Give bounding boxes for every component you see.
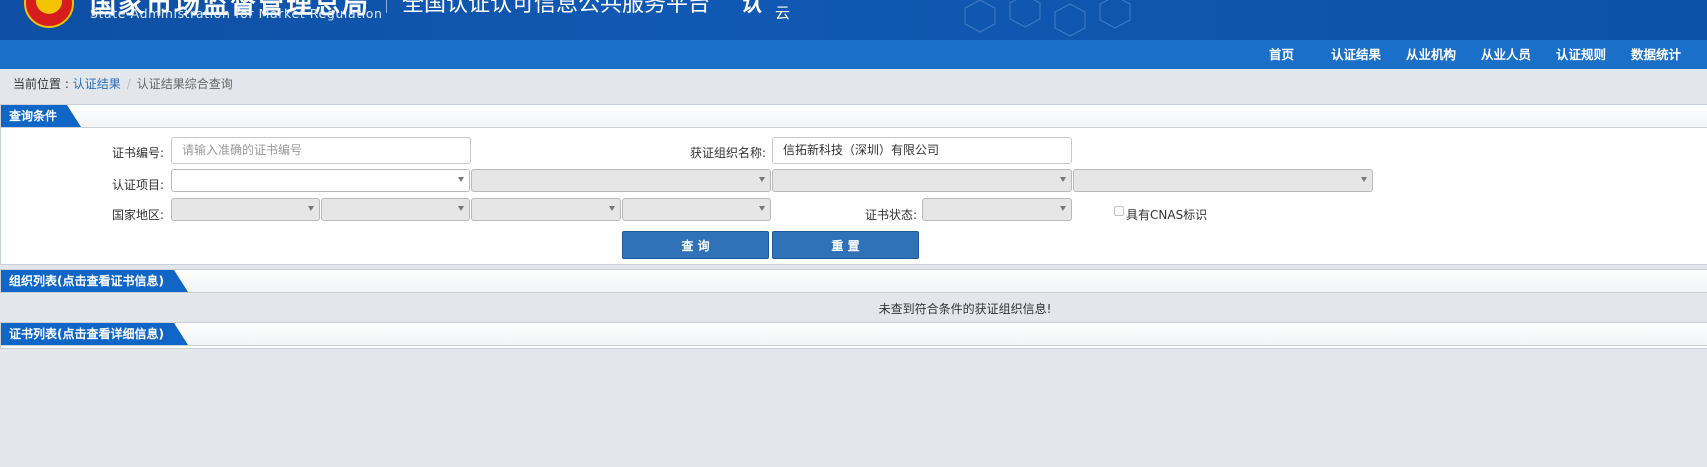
search-button[interactable]: 查 询 <box>622 231 769 259</box>
cert-list-panel: 证书列表(点击查看详细信息) <box>0 322 1707 349</box>
cert-item-label: 认证项目: <box>112 178 165 192</box>
cert-no-input[interactable]: 请输入准确的证书编号 <box>171 137 471 164</box>
org-list-empty-message: 未查到符合条件的获证组织信息! <box>878 302 1052 316</box>
org-list-header: 组织列表(点击查看证书信息) <box>1 270 1707 293</box>
breadcrumb-separator: / <box>126 77 131 91</box>
nav-item-practitioners[interactable]: 从业人员 <box>1481 40 1531 69</box>
chevron-down-icon <box>458 177 464 182</box>
cnas-checkbox-label: 具有CNAS标识 <box>1126 208 1208 222</box>
org-list-panel: 组织列表(点击查看证书信息) <box>0 269 1707 293</box>
nav-item-cert-rules[interactable]: 认证规则 <box>1556 40 1606 69</box>
chevron-down-icon <box>1361 177 1367 182</box>
renzheng-cloud-logo: 认 <box>740 0 763 17</box>
region-select-2[interactable] <box>321 198 470 221</box>
query-panel-title: 查询条件 <box>1 105 82 127</box>
region-select-3[interactable] <box>471 198 621 221</box>
cert-item-select-4[interactable] <box>1073 169 1373 192</box>
cert-list-header: 证书列表(点击查看详细信息) <box>1 323 1707 346</box>
region-select-1[interactable] <box>171 198 320 221</box>
cert-item-select-1[interactable] <box>171 169 470 192</box>
org-list-title: 组织列表(点击查看证书信息) <box>1 270 188 292</box>
query-panel-header: 查询条件 <box>1 105 1707 128</box>
cert-item-select-2[interactable] <box>471 169 771 192</box>
breadcrumb: 当前位置 : 认证结果 / 认证结果综合查询 <box>13 75 233 92</box>
breadcrumb-link-cert-results[interactable]: 认证结果 <box>73 77 121 91</box>
nav-item-home[interactable]: 首页 <box>1269 40 1294 69</box>
breadcrumb-current: 认证结果综合查询 <box>136 77 233 91</box>
cert-list-title: 证书列表(点击查看详细信息) <box>1 323 188 345</box>
region-label: 国家地区: <box>112 208 165 222</box>
org-name-label: 获证组织名称: <box>690 146 767 160</box>
platform-title: 全国认证认可信息公共服务平台 <box>402 0 711 17</box>
cert-item-select-3[interactable] <box>772 169 1072 192</box>
national-emblem-logo <box>24 0 74 28</box>
chevron-down-icon <box>1060 206 1066 211</box>
org-name-en: State Administration for Market Regulati… <box>90 6 383 21</box>
chevron-down-icon <box>759 206 765 211</box>
breadcrumb-prefix: 当前位置 : <box>13 77 73 91</box>
cert-status-label: 证书状态: <box>865 208 918 222</box>
cert-status-select[interactable] <box>922 198 1072 221</box>
main-nav: 首页 认证结果 从业机构 从业人员 认证规则 数据统计 <box>0 40 1707 69</box>
site-header: 国家市场监督管理总局 State Administration for Mark… <box>0 0 1707 40</box>
org-name-input[interactable]: 信拓新科技（深圳）有限公司 <box>772 137 1072 164</box>
chevron-down-icon <box>1060 177 1066 182</box>
nav-item-statistics[interactable]: 数据统计 <box>1631 40 1681 69</box>
chevron-down-icon <box>308 206 314 211</box>
chevron-down-icon <box>609 206 615 211</box>
nav-item-cert-results[interactable]: 认证结果 <box>1331 40 1381 69</box>
reset-button[interactable]: 重 置 <box>772 231 919 259</box>
nav-item-institutions[interactable]: 从业机构 <box>1406 40 1456 69</box>
chevron-down-icon <box>458 206 464 211</box>
cert-no-label: 证书编号: <box>112 146 165 160</box>
cnas-checkbox[interactable] <box>1114 206 1124 216</box>
region-select-4[interactable] <box>622 198 771 221</box>
header-divider <box>386 0 387 13</box>
renzheng-cloud-logo-sub: 云 <box>775 4 791 22</box>
chevron-down-icon <box>759 177 765 182</box>
hexagon-decoration <box>964 0 1131 37</box>
